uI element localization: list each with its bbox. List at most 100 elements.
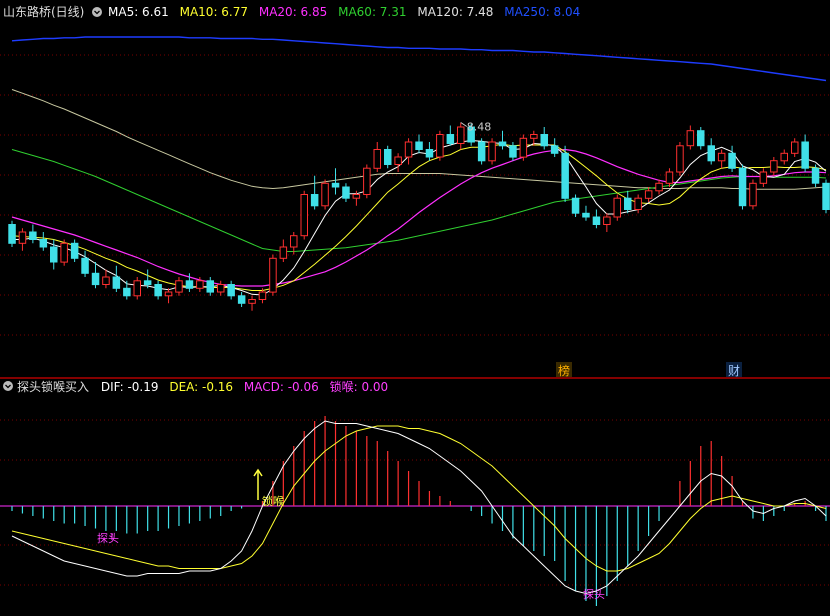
candle (811, 164, 820, 187)
candle (300, 190, 308, 240)
candle-body (331, 182, 340, 188)
event-marker-cai[interactable]: 财 (726, 362, 742, 378)
candle-body (811, 167, 820, 184)
candle-body (425, 149, 434, 158)
candle-body (592, 216, 601, 225)
candle (133, 277, 141, 300)
candle-body (175, 280, 183, 293)
stock-title: 山东路桥(日线) (3, 4, 84, 19)
candle (436, 130, 444, 161)
candle (561, 145, 569, 202)
candle-body (60, 242, 68, 263)
event-marker-bang[interactable]: 榜 (556, 362, 572, 378)
candle (697, 127, 705, 150)
main-settings-icon[interactable] (92, 7, 102, 17)
candle-body (279, 246, 288, 259)
ma60-legend: MA60: 7.31 (338, 5, 406, 19)
ma5-legend: MA5: 6.61 (108, 5, 169, 19)
indicator-title: 探头锁喉买入 (17, 379, 89, 394)
candle-body (791, 141, 799, 154)
signal-tantou-1-text: 探头 (97, 532, 119, 545)
indicator-settings-icon[interactable] (3, 381, 13, 391)
candle-body (561, 152, 569, 199)
candle (519, 134, 528, 161)
signal-tantou-2-text: 探头 (583, 588, 605, 601)
candle-body (227, 284, 235, 297)
candle-body (488, 141, 496, 162)
candle-body (290, 235, 298, 248)
candle-body (404, 141, 413, 158)
candle-body (801, 141, 809, 169)
candle-body (154, 284, 162, 297)
candle-body (352, 194, 361, 199)
candle-body (759, 171, 768, 184)
candle-body (780, 152, 788, 162)
candle-body (436, 134, 444, 158)
candle-body (102, 276, 110, 285)
dea-legend: DEA: -0.16 (169, 380, 233, 394)
candle (321, 179, 329, 210)
candle-body (373, 149, 381, 169)
ma20-legend: MA20: 6.85 (259, 5, 327, 19)
candle-body (707, 145, 715, 162)
candle-body (613, 197, 621, 218)
candle (738, 164, 747, 210)
high-annotation-label: 8.48 (467, 121, 492, 134)
candle-body (540, 134, 548, 147)
ma250-legend: MA250: 8.04 (504, 5, 580, 19)
marker-bang-text: 榜 (558, 363, 570, 378)
candle-body (582, 212, 590, 218)
candle (613, 194, 621, 221)
candle-body (624, 197, 632, 210)
candle (749, 179, 757, 210)
candle-body (509, 145, 517, 158)
candle-body (133, 280, 141, 297)
candle-body (550, 145, 559, 154)
candle-body (415, 141, 423, 150)
candle-body (70, 242, 79, 259)
candle (676, 142, 684, 176)
candle-body (248, 299, 256, 304)
candle-body (717, 152, 726, 162)
candle-body (665, 171, 674, 184)
indicator-legend: 探头锁喉买入 DIF: -0.19 DEA: -0.16 MACD: -0.06… (17, 379, 388, 394)
candle (477, 138, 486, 165)
marker-cai-text: 财 (728, 364, 740, 378)
candle (822, 179, 830, 214)
candle-body (8, 224, 16, 244)
suohou-legend: 锁喉: 0.00 (330, 379, 389, 394)
candle-body (363, 167, 371, 195)
chart-background (0, 0, 830, 616)
candle (488, 138, 496, 165)
candle-body (310, 194, 319, 207)
candle-body (164, 291, 173, 297)
ma120-legend: MA120: 7.48 (417, 5, 493, 19)
candle-body (91, 272, 100, 286)
candle (571, 194, 580, 217)
candle-body (237, 295, 246, 304)
candle-body (269, 257, 277, 293)
ma-legend: MA5: 6.61 MA10: 6.77 MA20: 6.85 MA60: 7.… (108, 5, 580, 19)
candle-body (530, 134, 538, 139)
candle (60, 239, 68, 266)
ma10-legend: MA10: 6.77 (180, 5, 248, 19)
candle-body (185, 280, 194, 289)
candle-body (728, 152, 736, 169)
candle-body (822, 182, 830, 211)
candle-body (603, 216, 611, 225)
candle (269, 254, 277, 296)
candle-body (112, 276, 121, 289)
candle-body (477, 141, 486, 162)
dif-legend: DIF: -0.19 (101, 380, 159, 394)
candle-body (644, 190, 653, 199)
candle-body (81, 257, 89, 274)
candle-body (634, 197, 642, 210)
indicator-panel-header: 探头锁喉买入 DIF: -0.19 DEA: -0.16 MACD: -0.06… (3, 379, 388, 394)
candle-body (258, 291, 267, 300)
candle-body (738, 167, 747, 207)
candle (363, 164, 371, 199)
candle-body (206, 280, 214, 293)
candle-body (196, 280, 204, 289)
candle-body (446, 134, 455, 144)
candle-body (123, 287, 131, 297)
